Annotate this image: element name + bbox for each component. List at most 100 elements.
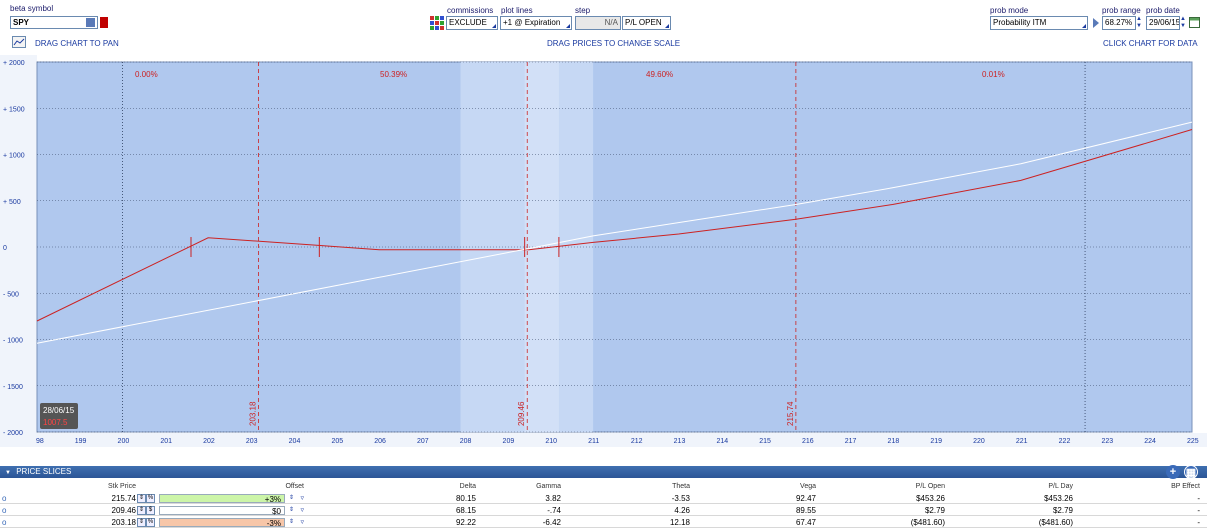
x-tick-label: 221: [1016, 438, 1028, 445]
x-tick-label: 200: [118, 438, 130, 445]
grid-menu-icon[interactable]: [430, 16, 444, 30]
probability-label: 50.39%: [380, 70, 407, 79]
table-row[interactable]: o 215.74 ⇕% +3% ⇕ ▿ 80.15 3.82 -3.53 92.47 $453.26…: [0, 493, 1207, 504]
x-tick-label: 203: [246, 438, 258, 445]
col-delta[interactable]: Delta: [400, 483, 476, 493]
offset-stepper[interactable]: ⇕: [286, 517, 294, 528]
col-pl-day[interactable]: P/L Day: [997, 483, 1073, 493]
step-input[interactable]: N/A: [575, 16, 621, 30]
prob-mode-select[interactable]: Probability ITM: [990, 16, 1088, 30]
x-tick-label: 204: [289, 438, 301, 445]
add-slice-button[interactable]: +: [1166, 465, 1180, 479]
dropdown-icon[interactable]: [86, 18, 95, 27]
slice-line-label: 209.46: [517, 401, 526, 426]
chart-type-icon[interactable]: [12, 36, 26, 48]
theta-value: 12.18: [669, 518, 690, 527]
offset-dropdown-icon[interactable]: ▿: [296, 505, 304, 516]
offset-input[interactable]: +3%: [159, 494, 285, 504]
prob-date-stepper[interactable]: ▲ ▼: [1180, 16, 1187, 30]
y-tick-label: - 1000: [3, 338, 23, 345]
pl-open-value: ($481.60): [910, 518, 945, 527]
slice-line-label: 215.74: [786, 401, 795, 426]
x-tick-label: 213: [674, 438, 686, 445]
commissions-select[interactable]: EXCLUDE: [446, 16, 498, 30]
risk-profile-chart[interactable]: + 2000 + 1500 + 1000 + 500 0 - 500 - 1000 - 150…: [0, 55, 1207, 465]
offset-stepper[interactable]: ⇕: [286, 505, 294, 516]
theta-value: -3.53: [671, 494, 690, 503]
prob-range-stepper[interactable]: ▲ ▼: [1136, 16, 1143, 30]
play-arrow-icon[interactable]: [1093, 18, 1099, 28]
prob-date-input[interactable]: 29/06/15: [1146, 16, 1180, 30]
col-pl-open[interactable]: P/L Open: [869, 483, 945, 493]
x-tick-label: 220: [973, 438, 985, 445]
dropdown-icon: [665, 24, 669, 28]
x-tick-label: 199: [75, 438, 87, 445]
y-tick-label: - 500: [3, 291, 19, 298]
x-tick-label: 212: [631, 438, 643, 445]
beta-symbol-value: SPY: [13, 18, 30, 27]
row-select-icon[interactable]: o: [2, 517, 8, 528]
spinner-icon[interactable]: ⇕: [137, 494, 146, 503]
row-select-icon[interactable]: o: [2, 505, 8, 516]
calendar-icon[interactable]: [1189, 17, 1200, 28]
plot-lines-select[interactable]: +1 @ Expiration: [500, 16, 572, 30]
plot-lines-value: +1 @ Expiration: [503, 18, 561, 27]
symbol-clear-icon[interactable]: [100, 17, 108, 28]
unit-toggle[interactable]: %: [146, 518, 155, 527]
x-tick-label: 209: [503, 438, 515, 445]
vega-value: 92.47: [795, 494, 816, 503]
unit-toggle[interactable]: %: [146, 494, 155, 503]
offset-dropdown-icon[interactable]: ▿: [296, 493, 304, 504]
price-slices-title: PRICE SLICES: [16, 467, 72, 476]
prob-range-input[interactable]: 68.27%: [1102, 16, 1136, 30]
y-tick-label: + 500: [3, 199, 21, 206]
x-tick-label: 210: [545, 438, 557, 445]
delta-value: 80.15: [455, 494, 476, 503]
x-tick-label: 202: [203, 438, 215, 445]
slice-settings-button[interactable]: ▦: [1184, 465, 1198, 479]
x-tick-label: 207: [417, 438, 429, 445]
y-tick-label: 0: [3, 245, 7, 252]
vega-value: 67.47: [795, 518, 816, 527]
table-row[interactable]: o 203.18 ⇕% -3% ⇕ ▿ 92.22 -6.42 12.18 67.47 ($481.…: [0, 517, 1207, 528]
col-theta[interactable]: Theta: [614, 483, 690, 493]
collapse-icon[interactable]: ▼: [5, 470, 11, 476]
table-row[interactable]: o 209.46 ⇕ $ $0 ⇕ ▿ 68.15 -.74 4.26 89.55 $2.79 $2.7…: [0, 505, 1207, 516]
drag-scale-hint: DRAG PRICES TO CHANGE SCALE: [547, 39, 681, 48]
spinner-icon[interactable]: ⇕: [137, 506, 146, 515]
offset-stepper[interactable]: ⇕: [286, 493, 294, 504]
price-slices-header[interactable]: ▼ PRICE SLICES: [0, 466, 1207, 478]
stk-price[interactable]: 209.46: [60, 505, 136, 516]
unit-toggle[interactable]: $: [146, 506, 155, 515]
offset-input[interactable]: $0: [159, 506, 285, 516]
pl-day-value: $2.79: [1052, 506, 1073, 515]
prob-range-value: 68.27%: [1105, 18, 1133, 27]
x-tick-label: 98: [36, 438, 44, 445]
spinner-icon[interactable]: ⇕: [137, 518, 146, 527]
pl-mode-select[interactable]: P/L OPEN: [622, 16, 671, 30]
tooltip-value: 1007.5: [43, 418, 68, 427]
x-tick-label: 222: [1059, 438, 1071, 445]
stk-price[interactable]: 215.74: [60, 493, 136, 504]
col-stk-price[interactable]: Stk Price: [60, 483, 136, 493]
offset-input[interactable]: -3%: [159, 518, 285, 528]
col-vega[interactable]: Vega: [740, 483, 816, 493]
y-tick-label: - 2000: [3, 430, 23, 437]
prob-range-label: prob range: [1102, 6, 1141, 15]
theta-value: 4.26: [674, 506, 690, 515]
col-bp-effect[interactable]: BP Effect: [1124, 483, 1200, 493]
dropdown-icon: [492, 24, 496, 28]
x-tick-label: 217: [845, 438, 857, 445]
col-gamma[interactable]: Gamma: [485, 483, 561, 493]
x-tick-label: 216: [802, 438, 814, 445]
col-offset[interactable]: Offset: [230, 483, 304, 493]
offset-dropdown-icon[interactable]: ▿: [296, 517, 304, 528]
stk-price[interactable]: 203.18: [60, 517, 136, 528]
dropdown-icon: [566, 24, 570, 28]
beta-symbol-input[interactable]: SPY: [10, 16, 98, 29]
commissions-value: EXCLUDE: [449, 18, 487, 27]
dropdown-icon: [1082, 24, 1086, 28]
plus-icon: +: [1166, 465, 1180, 479]
tooltip-date: 28/06/15: [43, 406, 75, 415]
row-select-icon[interactable]: o: [2, 493, 8, 504]
